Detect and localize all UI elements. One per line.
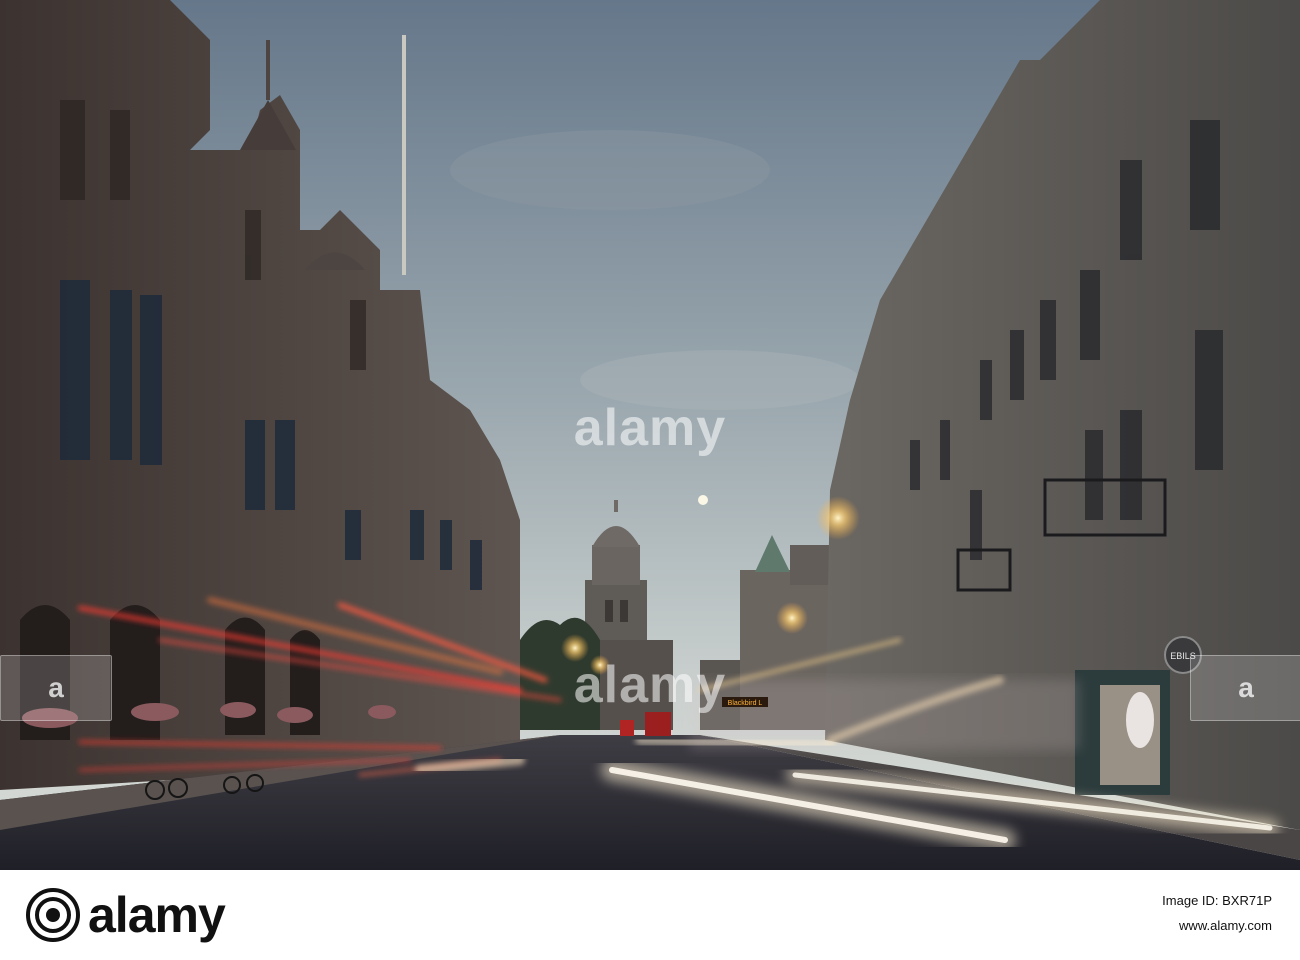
distant-bus [620,720,634,736]
bus-destination-text: Blackbird L [728,700,763,707]
distant-bus [645,712,671,736]
moon [698,495,708,505]
watermark-left-side: a [0,655,112,721]
alamy-logo[interactable]: alamy [26,887,226,943]
cloud [580,350,860,410]
alamy-logo-icon [26,888,80,942]
alamy-logo-text: alamy [88,887,226,943]
street-scene: Blackbird L EBILS [0,0,1300,870]
site-url[interactable]: www.alamy.com [1179,916,1272,936]
footer-bar: alamy Image ID: BXR71P www.alamy.com [0,870,1300,960]
moving-bus-blur [690,680,1080,750]
cloud [450,130,770,210]
street-photo: Blackbird L EBILS alamy alamy a a [0,0,1300,870]
watermark-right-side: a [1190,655,1300,721]
flagpole [402,35,406,275]
image-id-label: Image ID: BXR71P [1162,893,1272,908]
